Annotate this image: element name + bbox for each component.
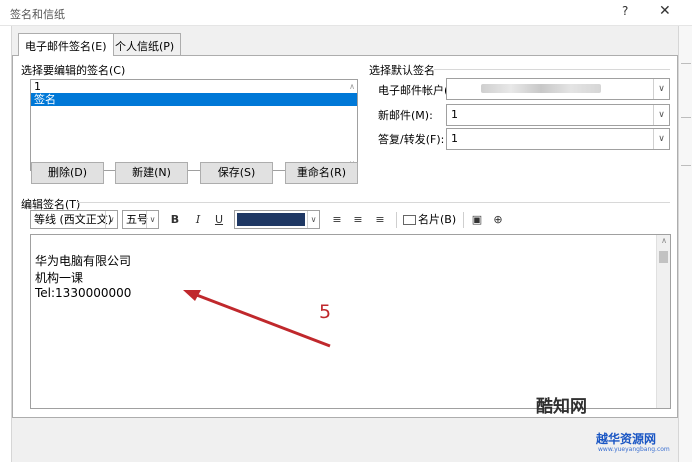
toolbar-separator: [463, 212, 464, 228]
email-account-select[interactable]: ∨: [446, 78, 670, 100]
align-center-icon[interactable]: ≡: [349, 211, 367, 229]
close-button[interactable]: ✕: [659, 3, 671, 19]
signature-editor[interactable]: 华为电脑有限公司 机构一课 Tel:1330000000 ∧: [30, 234, 671, 409]
reply-forward-label: 答复/转发(F):: [378, 133, 445, 146]
watermark-url: www.yueyangbang.com: [598, 446, 670, 453]
chevron-down-icon[interactable]: ∨: [653, 129, 669, 149]
chevron-down-icon[interactable]: ∨: [653, 105, 669, 125]
align-right-icon[interactable]: ≡: [371, 211, 389, 229]
insert-picture-icon[interactable]: ▣: [468, 211, 486, 229]
background-app-right: [678, 25, 692, 462]
signature-line: 华为电脑有限公司: [35, 254, 132, 268]
font-color-swatch: [237, 213, 305, 226]
new-button[interactable]: 新建(N): [115, 162, 188, 184]
hyperlink-icon[interactable]: ⊕: [489, 211, 507, 229]
business-card-icon: [403, 215, 416, 225]
scrollbar-thumb[interactable]: [659, 251, 668, 263]
font-color-select[interactable]: ∨: [234, 210, 320, 229]
redacted-account: [481, 84, 601, 93]
chevron-up-icon[interactable]: ∧: [349, 82, 355, 91]
window-title: 签名和信纸: [10, 8, 65, 21]
align-left-icon[interactable]: ≡: [328, 211, 346, 229]
signature-list-item[interactable]: 1: [31, 80, 357, 93]
bold-button[interactable]: B: [166, 211, 184, 229]
background-line: [681, 117, 691, 118]
annotation-number: 5: [319, 301, 332, 323]
background-line: [681, 165, 691, 166]
watermark-brand: 越华资源网: [596, 432, 657, 446]
chevron-down-icon[interactable]: ∨: [307, 211, 319, 228]
toolbar-separator: [396, 212, 397, 228]
font-size-value: 五号: [126, 213, 148, 226]
editor-scrollbar[interactable]: ∧: [656, 235, 670, 408]
chevron-down-icon[interactable]: ∨: [653, 79, 669, 99]
format-toolbar: 等线 (西文正文) ∨ 五号 ∨ B I U ∨ ≡ ≡ ≡ 名片(B) ▣ ⊕: [30, 209, 680, 233]
group-divider: [76, 202, 670, 203]
business-card-label: 名片(B): [418, 213, 457, 226]
chevron-down-icon[interactable]: ∨: [146, 211, 158, 228]
background-line: [681, 63, 691, 64]
underline-button[interactable]: U: [210, 211, 228, 229]
select-signature-label: 选择要编辑的签名(C): [21, 62, 129, 78]
italic-button[interactable]: I: [189, 211, 207, 229]
new-message-label: 新邮件(M):: [378, 109, 433, 122]
default-signature-label: 选择默认签名: [369, 62, 438, 78]
tab-personal-stationery[interactable]: 个人信纸(P): [108, 33, 182, 55]
watermark-brand: 酷知网: [536, 397, 587, 417]
help-button[interactable]: ?: [622, 4, 628, 18]
chevron-up-icon[interactable]: ∧: [657, 236, 671, 245]
chevron-down-icon[interactable]: ∨: [105, 211, 117, 228]
group-divider: [434, 69, 670, 70]
delete-button[interactable]: 删除(D): [31, 162, 104, 184]
font-select[interactable]: 等线 (西文正文) ∨: [30, 210, 118, 229]
reply-forward-value: 1: [451, 132, 458, 145]
title-bar: 签名和信纸 ? ✕: [0, 0, 692, 26]
signature-line: Tel:1330000000: [35, 286, 132, 300]
signature-list-item-selected[interactable]: 签名: [31, 93, 357, 106]
business-card-button[interactable]: 名片(B): [403, 211, 456, 229]
save-button[interactable]: 保存(S): [200, 162, 273, 184]
font-size-select[interactable]: 五号 ∨: [122, 210, 159, 229]
new-message-select[interactable]: 1 ∨: [446, 104, 670, 126]
font-value: 等线 (西文正文): [34, 213, 113, 226]
signature-listbox[interactable]: 1 签名 ∧ ∨: [30, 79, 358, 171]
background-app-left: [0, 25, 12, 462]
reply-forward-select[interactable]: 1 ∨: [446, 128, 670, 150]
rename-button[interactable]: 重命名(R): [285, 162, 358, 184]
new-message-value: 1: [451, 108, 458, 121]
tab-email-signature[interactable]: 电子邮件签名(E): [18, 33, 114, 56]
signature-line: 机构一课: [35, 271, 84, 285]
